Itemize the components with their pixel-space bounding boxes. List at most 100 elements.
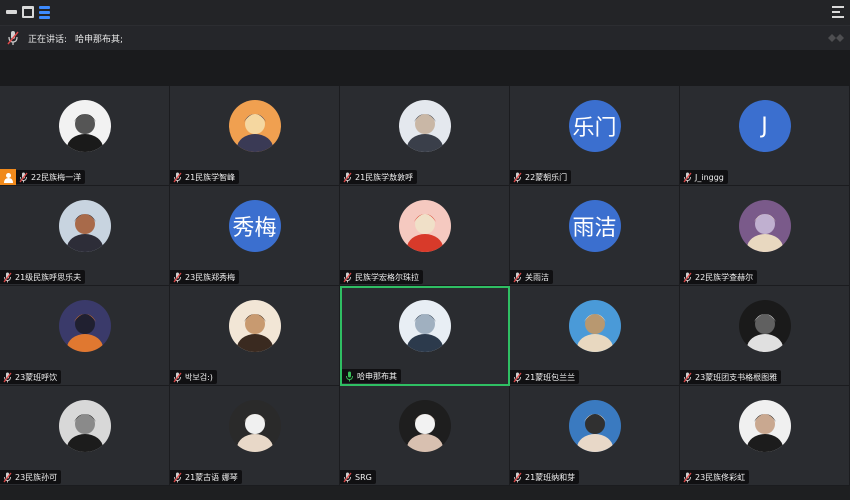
participant-tile[interactable]: 哈申那布其 [340, 286, 510, 386]
nameplate: 21蒙班包兰兰 [510, 370, 580, 384]
nameplate: 23民族孙可 [0, 470, 62, 484]
avatar-photo [738, 300, 791, 352]
participant-tile[interactable]: 21蒙古语 娜琴 [170, 386, 340, 486]
participant-name: 21蒙班包兰兰 [525, 372, 576, 382]
participant-tile[interactable]: 22民族学查赫尔 [680, 186, 850, 286]
participant-tile[interactable]: 22民族梅一洋 [0, 86, 170, 186]
participant-name: 23民族孙可 [15, 472, 58, 482]
microphone-muted-icon [173, 472, 182, 482]
minimize-icon[interactable] [6, 10, 17, 14]
participant-name: 21蒙古语 娜琴 [185, 472, 238, 482]
avatar-photo [58, 300, 111, 352]
layers-icon[interactable] [39, 6, 50, 19]
participant-tile[interactable]: 21蒙班包兰兰 [510, 286, 680, 386]
avatar [738, 200, 791, 252]
participant-name: 21民族学智峰 [185, 172, 236, 182]
nameplate: 22蒙朝乐门 [510, 170, 572, 184]
microphone-muted-icon [173, 372, 182, 382]
participant-tile[interactable]: J J_inggg [680, 86, 850, 186]
nameplate: 22民族梅一洋 [16, 170, 86, 184]
avatar-photo [228, 100, 281, 152]
nameplate: 关雨洁 [510, 270, 553, 284]
speaking-label: 正在讲话: [28, 35, 68, 45]
nameplate: 民族学宏格尔珠拉 [340, 270, 423, 284]
participant-name: 21级民族呼思乐夫 [15, 272, 82, 282]
microphone-muted-icon [343, 472, 352, 482]
participant-tile[interactable]: 民族学宏格尔珠拉 [340, 186, 510, 286]
avatar [58, 400, 111, 452]
avatar-photo [398, 400, 451, 452]
participant-name: 23蒙班呼饮 [15, 372, 58, 382]
participant-tile[interactable]: 23蒙班团支书格根图雅 [680, 286, 850, 386]
participant-tile[interactable]: 21蒙班纳和芽 [510, 386, 680, 486]
participant-tile[interactable]: 23民族孙可 [0, 386, 170, 486]
speaking-name: 哈申那布其; [75, 35, 124, 45]
avatar-photo [568, 400, 621, 452]
window-icon[interactable] [22, 6, 34, 18]
nameplate: 22民族学查赫尔 [680, 270, 758, 284]
avatar [738, 400, 791, 452]
microphone-muted-icon [683, 372, 692, 382]
participant-tile[interactable]: 乐门 22蒙朝乐门 [510, 86, 680, 186]
participant-tile[interactable]: 박보검:) [170, 286, 340, 386]
nameplate: 21级民族呼思乐夫 [0, 270, 86, 284]
avatar-photo [738, 400, 791, 452]
microphone-muted-icon [3, 272, 12, 282]
menu-icon[interactable] [832, 6, 844, 18]
avatar-photo [398, 100, 451, 152]
avatar: 秀梅 [228, 200, 281, 252]
participant-name: 民族学宏格尔珠拉 [355, 272, 419, 282]
microphone-muted-icon [683, 172, 692, 182]
toolbar-area [0, 50, 850, 86]
microphone-muted-icon [683, 472, 692, 482]
participant-tile[interactable]: 雨洁关雨洁 [510, 186, 680, 286]
microphone-icon [7, 31, 19, 45]
avatar [228, 300, 281, 352]
microphone-muted-icon [343, 272, 352, 282]
participant-tile[interactable]: 21民族学敖敦呼 [340, 86, 510, 186]
avatar [399, 300, 451, 352]
participant-tile[interactable]: 23蒙班呼饮 [0, 286, 170, 386]
participant-name: J_inggg [695, 172, 724, 182]
microphone-muted-icon [683, 272, 692, 282]
avatar-photo [58, 200, 111, 252]
avatar-photo [738, 200, 791, 252]
microphone-muted-icon [513, 372, 522, 382]
speaking-bar: 正在讲话: 哈申那布其; [0, 26, 850, 50]
participant-tile[interactable]: 秀梅 23民族郑秀梅 [170, 186, 340, 286]
nameplate: 23民族郑秀梅 [170, 270, 240, 284]
title-bar [0, 0, 850, 26]
avatar [568, 400, 621, 452]
nameplate: 23蒙班团支书格根图雅 [680, 370, 782, 384]
participant-name: 22蒙朝乐门 [525, 172, 568, 182]
avatar-photo [58, 400, 111, 452]
avatar [398, 200, 451, 252]
microphone-muted-icon [513, 172, 522, 182]
participant-name: SRG [355, 472, 372, 482]
nameplate: 21民族学智峰 [170, 170, 240, 184]
participant-name: 23民族佟彩虹 [695, 472, 746, 482]
participant-tile[interactable]: SRG [340, 386, 510, 486]
participant-name: 박보검:) [185, 372, 213, 382]
avatar: J [738, 100, 791, 152]
participant-name: 关雨洁 [525, 272, 549, 282]
nameplate: 哈申那布其 [342, 369, 401, 383]
participant-tile[interactable]: 21民族学智峰 [170, 86, 340, 186]
participant-tile[interactable]: 23民族佟彩虹 [680, 386, 850, 486]
avatar [58, 100, 111, 152]
nameplate: 21蒙古语 娜琴 [170, 470, 242, 484]
avatar [228, 100, 281, 152]
nameplate: 21民族学敖敦呼 [340, 170, 418, 184]
avatar-photo [568, 300, 621, 352]
participant-name: 21民族学敖敦呼 [355, 172, 414, 182]
avatar [58, 300, 111, 352]
microphone-muted-icon [3, 472, 12, 482]
speaking-status: 正在讲话: 哈申那布其; [28, 32, 131, 45]
diamond-icon [828, 34, 844, 42]
microphone-muted-icon [513, 472, 522, 482]
microphone-muted-icon [3, 372, 12, 382]
avatar: 乐门 [568, 100, 621, 152]
avatar: 雨洁 [568, 200, 621, 252]
participant-tile[interactable]: 21级民族呼思乐夫 [0, 186, 170, 286]
avatar-photo [399, 300, 451, 352]
